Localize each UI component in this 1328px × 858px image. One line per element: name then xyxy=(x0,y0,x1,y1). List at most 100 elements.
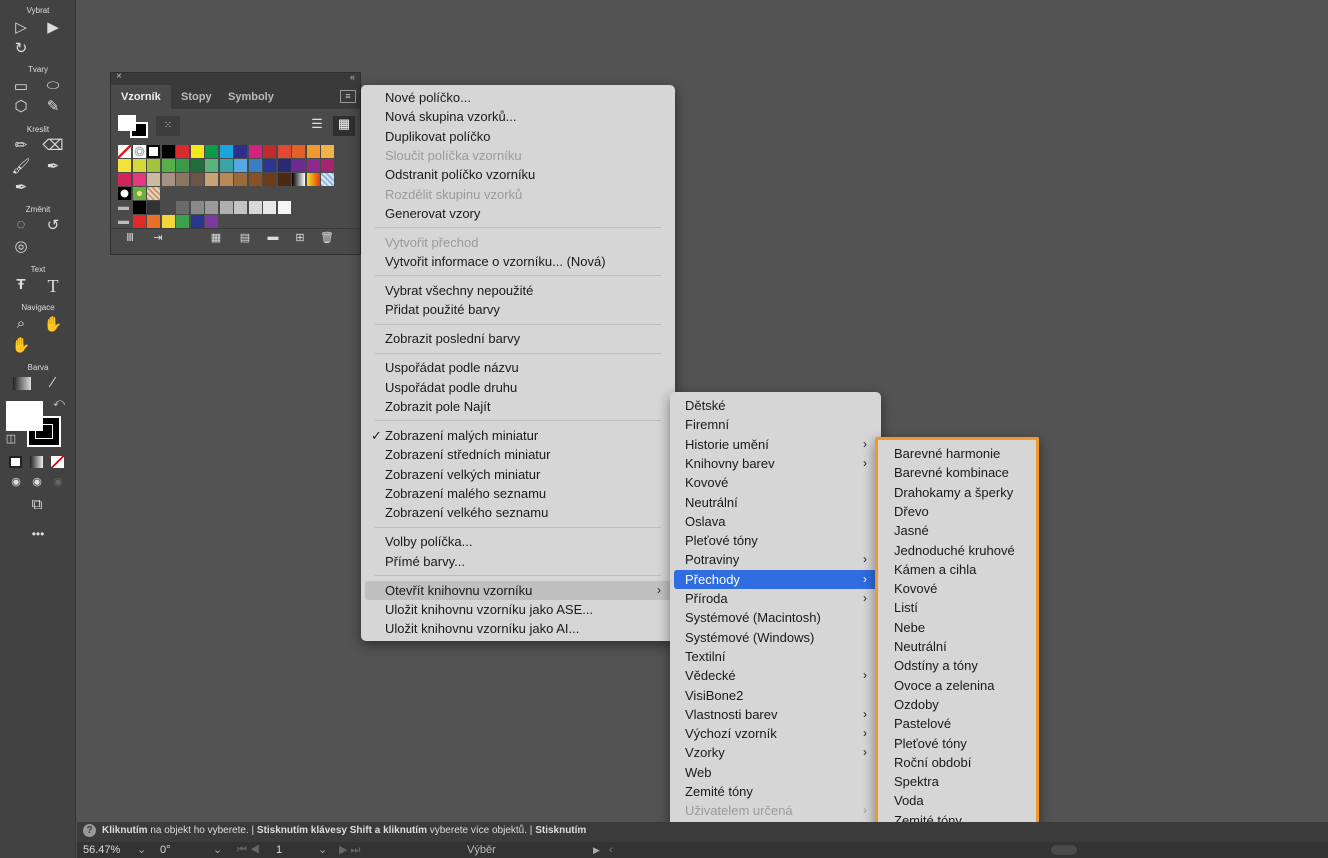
swatch[interactable] xyxy=(306,145,320,158)
menu-item[interactable]: Otevřít knihovnu vzorníku › xyxy=(365,580,671,600)
color-group-folder-icon[interactable]: ▬ xyxy=(118,215,131,228)
menu-item[interactable]: Odstíny a tóny xyxy=(882,656,1032,675)
menu-item[interactable]: Ozdoby xyxy=(882,695,1032,714)
shape-builder-tool-icon[interactable]: ◎ xyxy=(10,237,32,255)
menu-item[interactable]: Jednoduché kruhové xyxy=(882,541,1032,560)
swatch[interactable] xyxy=(205,215,218,228)
new-swatch-icon[interactable]: ⊞ xyxy=(289,231,311,244)
rotate-tool-icon[interactable]: ↺ xyxy=(42,216,64,234)
menu-item[interactable]: Nebe xyxy=(882,618,1032,637)
next-artboard-icon[interactable]: ▶ ⏭ xyxy=(339,842,360,858)
swatch[interactable] xyxy=(234,145,247,158)
swatch[interactable] xyxy=(161,215,175,228)
close-icon[interactable]: × xyxy=(116,71,122,82)
puppet-warp-tool-icon[interactable]: ◌ xyxy=(10,216,32,233)
menu-item[interactable]: Přidat použité barvy xyxy=(365,300,671,319)
artboard-number[interactable]: 1 xyxy=(276,842,282,858)
swatch[interactable] xyxy=(205,201,218,214)
swatch[interactable] xyxy=(176,145,189,158)
menu-item[interactable]: Vzorky › xyxy=(674,743,877,762)
show-swatch-kinds-icon[interactable]: ⁙ xyxy=(156,116,180,136)
menu-item[interactable]: Pleťové tóny xyxy=(674,531,877,550)
menu-item[interactable]: Knihovny barev › xyxy=(674,454,877,473)
menu-item[interactable]: Barevné harmonie xyxy=(882,444,1032,463)
swatch[interactable] xyxy=(118,173,131,186)
menu-item[interactable]: Historie umění › xyxy=(674,435,877,454)
menu-item[interactable]: Barevné kombinace xyxy=(882,463,1032,482)
menu-item[interactable]: Výchozí vzorník › xyxy=(674,724,877,743)
swatch[interactable] xyxy=(132,159,146,172)
screen-mode-icon[interactable]: ⧉ xyxy=(26,496,48,513)
swatch[interactable] xyxy=(219,201,233,214)
place-swatches-icon[interactable]: ⇥ xyxy=(147,231,169,244)
swatch[interactable] xyxy=(147,215,160,228)
shaper-tool-icon[interactable]: ✎ xyxy=(42,97,64,115)
menu-item[interactable]: Pastelové xyxy=(882,714,1032,733)
swatch[interactable] xyxy=(147,173,160,186)
gradient-mode-icon[interactable] xyxy=(30,456,43,468)
draw-behind-icon[interactable]: ◉ xyxy=(26,475,48,488)
ellipse-tool-icon[interactable]: ⬭ xyxy=(42,77,64,94)
menu-item[interactable]: Uspořádat podle názvu xyxy=(365,358,671,377)
swatch[interactable] xyxy=(277,201,291,214)
eyedropper-tool-icon[interactable]: ⁄ xyxy=(42,374,64,391)
swatch[interactable] xyxy=(190,145,204,158)
menu-item[interactable]: Zobrazení velkých miniatur xyxy=(365,465,671,484)
swatch[interactable] xyxy=(147,201,160,214)
swatch[interactable] xyxy=(277,159,291,172)
menu-item[interactable]: Listí xyxy=(882,598,1032,617)
tab-symbols[interactable]: Symboly xyxy=(218,85,284,109)
tab-brushes[interactable]: Stopy xyxy=(171,85,222,109)
menu-item[interactable]: Vybrat všechny nepoužité xyxy=(365,281,671,300)
swatch[interactable] xyxy=(263,173,276,186)
tab-swatches[interactable]: Vzorník xyxy=(111,85,171,109)
draw-normal-icon[interactable]: ◉ xyxy=(5,475,27,488)
swatch[interactable] xyxy=(147,145,160,158)
menu-item[interactable]: Oslava xyxy=(674,512,877,531)
menu-item[interactable]: Kovové xyxy=(674,473,877,492)
hand-tool-icon[interactable]: ✋ xyxy=(42,315,64,333)
zoom-dropdown-icon[interactable]: ⌄ xyxy=(137,842,146,858)
menu-item[interactable]: Příroda › xyxy=(674,589,877,608)
swatch[interactable] xyxy=(205,145,218,158)
swap-colors-icon[interactable]: ⤺ xyxy=(48,397,70,410)
menu-item[interactable]: Roční období xyxy=(882,753,1032,772)
swatch[interactable] xyxy=(176,215,189,228)
swatch[interactable] xyxy=(118,159,131,172)
selection-tool-icon[interactable]: ▷ xyxy=(10,18,32,36)
eraser-tool-icon[interactable]: ⌫ xyxy=(42,136,64,154)
swatch[interactable] xyxy=(248,159,262,172)
menu-item[interactable]: Voda xyxy=(882,791,1032,810)
swatch[interactable] xyxy=(190,173,204,186)
brush-tool-icon[interactable]: 🖌 xyxy=(10,157,32,175)
menu-item[interactable]: Uspořádat podle druhu xyxy=(365,378,671,397)
menu-item[interactable]: Zobrazit pole Najít xyxy=(365,397,671,416)
swatch[interactable] xyxy=(190,159,204,172)
swatch[interactable] xyxy=(219,173,233,186)
fill-swatch[interactable] xyxy=(118,115,136,131)
menu-item[interactable]: Zobrazení malého seznamu xyxy=(365,484,671,503)
swatch[interactable] xyxy=(306,173,320,186)
menu-item[interactable]: Dřevo xyxy=(882,502,1032,521)
swatch[interactable] xyxy=(248,201,262,214)
pen-tool-icon[interactable]: ✒ xyxy=(10,178,32,196)
menu-item[interactable]: Drahokamy a šperky xyxy=(882,483,1032,502)
swatch[interactable] xyxy=(234,159,247,172)
menu-item[interactable]: Přímé barvy... xyxy=(365,552,671,571)
panel-title-bar[interactable]: × « xyxy=(111,71,360,85)
fill-color-swatch[interactable] xyxy=(6,401,43,431)
swatch[interactable] xyxy=(132,145,146,158)
swatch[interactable] xyxy=(277,173,291,186)
menu-item[interactable]: Uložit knihovnu vzorníku jako AI... xyxy=(365,619,671,638)
menu-item[interactable]: Zobrazení středních miniatur xyxy=(365,445,671,464)
delete-swatch-icon[interactable]: 🗑 xyxy=(316,231,338,244)
swatch[interactable] xyxy=(277,145,291,158)
direct-selection-tool-icon[interactable]: ▶ xyxy=(42,18,64,36)
rotation-dropdown-icon[interactable]: ⌄ xyxy=(213,842,222,858)
swatch[interactable] xyxy=(321,145,334,158)
menu-item[interactable]: Pleťové tóny xyxy=(882,734,1032,753)
zoom-tool-icon[interactable]: ⌕ xyxy=(10,315,32,332)
swatch[interactable] xyxy=(292,145,305,158)
menu-item[interactable]: Zobrazení velkého seznamu xyxy=(365,503,671,522)
lasso-tool-icon[interactable]: ↻ xyxy=(10,39,32,57)
